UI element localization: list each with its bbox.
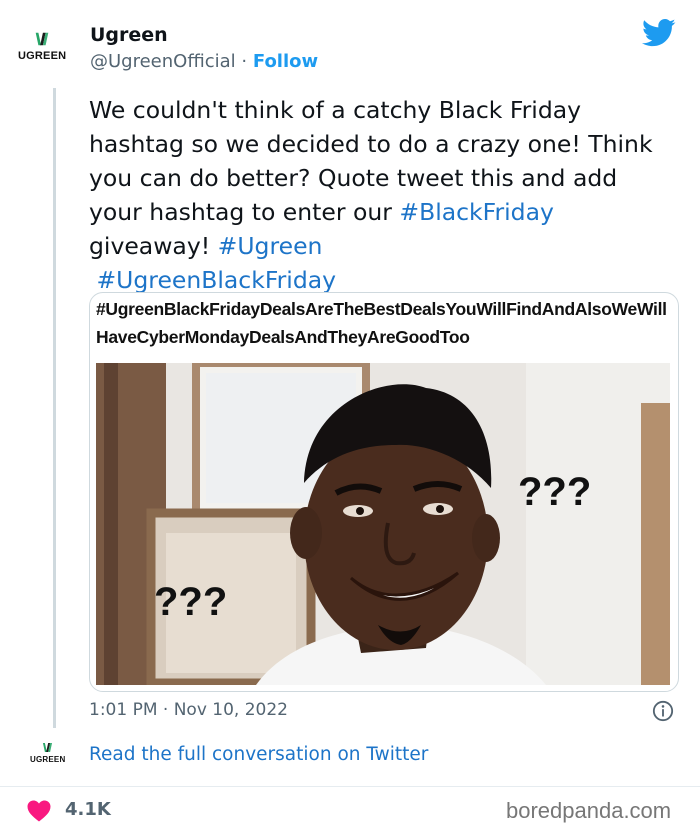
hashtag-ugreen[interactable]: #Ugreen [218, 232, 323, 260]
conversation-avatar: UGREEN [30, 741, 65, 764]
author-handle[interactable]: @UgreenOfficial [90, 51, 236, 72]
hashtag-ugreenblackfriday[interactable]: #UgreenBlackFriday [96, 266, 336, 294]
heart-icon[interactable] [27, 800, 51, 822]
handle-separator: · [241, 51, 248, 72]
footer-divider [0, 786, 700, 787]
thread-line [53, 88, 56, 728]
author-avatar[interactable]: UGREEN [18, 30, 66, 62]
question-marks-right: ??? [518, 470, 591, 514]
tweet-timestamp[interactable]: 1:01 PM · Nov 10, 2022 [89, 700, 288, 720]
read-conversation-link[interactable]: Read the full conversation on Twitter [89, 744, 428, 765]
ugreen-logo-icon [35, 32, 49, 46]
tweet-body-text: We couldn't think of a catchy Black Frid… [89, 96, 653, 226]
author-name[interactable]: Ugreen [90, 24, 168, 46]
author-handle-row: @UgreenOfficial · Follow [90, 51, 318, 72]
conversation-logo-text: UGREEN [30, 755, 66, 764]
like-count: 4.1K [65, 799, 111, 820]
ugreen-logo-icon [43, 742, 53, 753]
tweet-text: We couldn't think of a catchy Black Frid… [89, 93, 669, 297]
avatar-logo-text: UGREEN [18, 50, 67, 62]
media-card[interactable]: #UgreenBlackFridayDealsAreTheBestDealsYo… [89, 292, 679, 692]
info-icon[interactable] [652, 700, 674, 722]
meme-caption: #UgreenBlackFridayDealsAreTheBestDealsYo… [96, 299, 667, 347]
watermark: boredpanda.com [506, 798, 672, 823]
follow-button[interactable]: Follow [253, 51, 318, 72]
twitter-bird-icon[interactable] [642, 18, 676, 48]
question-marks-left: ??? [154, 580, 227, 624]
meme-photo: ??? ??? [96, 363, 670, 685]
hashtag-blackfriday[interactable]: #BlackFriday [399, 198, 554, 226]
tweet-text-giveaway: giveaway! [89, 232, 211, 260]
